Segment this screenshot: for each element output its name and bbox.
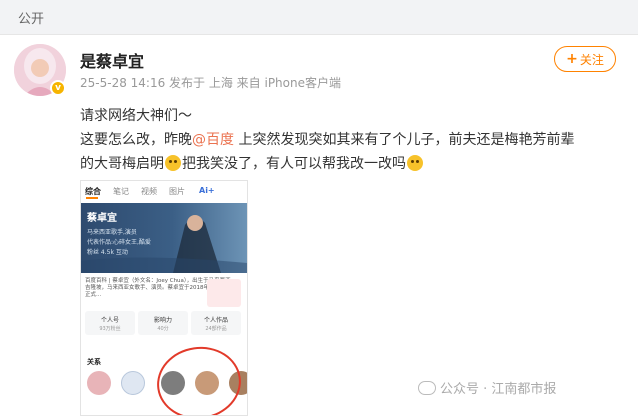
stat-card: 个人号 93万粉丝 bbox=[85, 311, 135, 335]
visibility-bar: 公开 bbox=[0, 0, 638, 35]
relations-label: 关系 bbox=[87, 358, 101, 366]
verified-badge-icon: v bbox=[50, 80, 66, 96]
relation-avatar bbox=[121, 371, 145, 395]
stat-card: 个人作品 24部作品 bbox=[191, 311, 241, 335]
post-image[interactable]: 综合 笔记 视频 图片 Ai+ 蔡卓宜 马来西亚歌手,演员 代表作品:心碎女王,… bbox=[80, 180, 248, 416]
follow-label: 关注 bbox=[579, 52, 604, 67]
stats-row: 个人号 93万粉丝 影响力 40分 个人作品 24部作品 bbox=[85, 311, 243, 335]
username[interactable]: 是蔡卓宜 bbox=[80, 48, 144, 72]
tab-underline bbox=[86, 197, 98, 199]
tab-item: Ai+ bbox=[199, 186, 215, 195]
post-line-1: 请求网络大神们～ bbox=[80, 108, 192, 124]
wechat-icon bbox=[418, 380, 436, 395]
follow-button[interactable]: + 关注 bbox=[554, 46, 616, 72]
thumbnail bbox=[207, 279, 241, 307]
tab-item: 综合 bbox=[85, 187, 101, 196]
plus-icon: + bbox=[566, 51, 578, 67]
search-tabs: 综合 笔记 视频 图片 Ai+ bbox=[81, 181, 247, 201]
watermark-text: 公众号 · 江南都市报 bbox=[440, 382, 557, 397]
profile-desc: 马来西亚歌手,演员 bbox=[87, 229, 137, 236]
red-circle-annotation bbox=[152, 341, 246, 415]
laughing-emoji-icon bbox=[165, 155, 181, 171]
tab-item: 视频 bbox=[141, 187, 157, 196]
tab-item: 笔记 bbox=[113, 187, 129, 196]
post-meta: 25-5-28 14:16 发布于 上海 来自 iPhone客户端 bbox=[80, 76, 341, 90]
profile-desc: 代表作品:心碎女王,酷爱 bbox=[87, 239, 151, 246]
post-text: 请求网络大神们～ 这要怎么改，昨晚@百度 上突然发现突如其来有了个儿子，前夫还是… bbox=[80, 104, 620, 176]
post-line-3: 的大哥梅启明 把我笑没了，有人可以帮我改一改吗 bbox=[80, 152, 620, 176]
profile-name: 蔡卓宜 bbox=[87, 213, 117, 224]
tab-item: 图片 bbox=[169, 187, 185, 196]
relation-avatar bbox=[87, 371, 111, 395]
visibility-label: 公开 bbox=[18, 12, 45, 27]
mention-link[interactable]: @百度 bbox=[192, 132, 234, 148]
post-line-2: 这要怎么改，昨晚@百度 上突然发现突如其来有了个儿子，前夫还是梅艳芳前辈 bbox=[80, 132, 575, 148]
watermark: 公众号 · 江南都市报 bbox=[418, 378, 556, 397]
profile-desc: 粉丝 4.5k 互动 bbox=[87, 249, 128, 256]
stat-card: 影响力 40分 bbox=[138, 311, 188, 335]
laughing-emoji-icon bbox=[407, 155, 423, 171]
